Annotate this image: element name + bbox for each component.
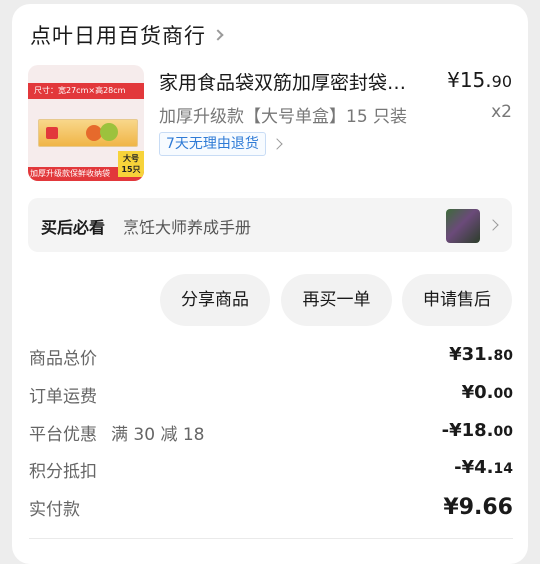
value-main: ¥0. — [461, 382, 494, 403]
summary-label: 商品总价 — [29, 349, 97, 369]
return-policy-badge[interactable]: 7天无理由退货 — [159, 132, 266, 156]
size-tag-line2: 15只 — [121, 165, 141, 174]
fruit-icon — [100, 123, 118, 141]
chevron-right-icon — [487, 219, 499, 231]
summary-shipping: 订单运费 ¥0.00 — [29, 382, 513, 410]
brand-logo-icon — [46, 127, 58, 139]
summary-points-deduction: 积分抵扣 -¥4.14 — [29, 457, 513, 485]
summary-value: ¥0.00 — [462, 382, 513, 403]
price-cents: 90 — [491, 72, 512, 91]
value-main: ¥31. — [449, 344, 494, 365]
value-cents: 00 — [493, 386, 513, 402]
paid-value: ¥9.66 — [443, 495, 513, 520]
order-card: 点叶日用百货商行 尺寸：宽27cm×高28cm 加厚升级款保鲜收纳袋 大号 15… — [12, 4, 528, 564]
banner-thumbnail — [446, 209, 480, 243]
value-cents: 00 — [493, 424, 513, 440]
buy-again-button[interactable]: 再买一单 — [281, 274, 392, 326]
banner-label: 买后必看 — [41, 218, 106, 237]
size-tag-line1: 大号 — [123, 154, 139, 163]
summary-label: 积分抵扣 — [29, 462, 97, 482]
discount-label: 平台优惠 — [29, 425, 97, 445]
product-thumbnail[interactable]: 尺寸：宽27cm×高28cm 加厚升级款保鲜收纳袋 大号 15只 — [28, 65, 144, 181]
value-cents: 80 — [493, 348, 513, 364]
chevron-right-icon — [212, 29, 224, 41]
summary-paid-amount: 实付款 ¥9.66 — [29, 495, 513, 523]
product-price: ¥15.90 — [447, 68, 512, 92]
shop-header[interactable]: 点叶日用百货商行 — [30, 20, 224, 50]
summary-label: 平台优惠满 30 减 18 — [29, 420, 204, 445]
share-product-button[interactable]: 分享商品 — [160, 274, 270, 326]
thumbnail-size-text: 尺寸：宽27cm×高28cm — [28, 83, 144, 99]
summary-label: 实付款 — [29, 500, 80, 520]
product-quantity: x2 — [491, 102, 512, 122]
value-main: -¥18. — [441, 420, 494, 441]
discount-note: 满 30 减 18 — [111, 425, 205, 445]
banner-description: 烹饪大师养成手册 — [123, 218, 252, 237]
after-purchase-banner[interactable]: 买后必看 烹饪大师养成手册 — [28, 198, 512, 252]
summary-value: -¥4.14 — [454, 457, 513, 478]
product-spec: 加厚升级款【大号单盒】15 只装 — [159, 107, 408, 127]
product-title[interactable]: 家用食品袋双筋加厚密封袋… — [159, 68, 431, 96]
summary-platform-discount: 平台优惠满 30 减 18 -¥18.00 — [29, 420, 513, 448]
summary-label: 订单运费 — [29, 387, 97, 407]
size-tag: 大号 15只 — [118, 151, 144, 177]
shop-name[interactable]: 点叶日用百货商行 — [30, 20, 206, 50]
chevron-right-icon — [271, 138, 283, 150]
summary-value: -¥18.00 — [442, 420, 513, 441]
value-main: -¥4. — [454, 457, 494, 478]
summary-goods-total: 商品总价 ¥31.80 — [29, 344, 513, 372]
value-cents: 14 — [493, 461, 513, 477]
price-main: ¥15. — [447, 68, 492, 92]
after-sale-button[interactable]: 申请售后 — [402, 274, 512, 326]
summary-value: ¥31.80 — [449, 344, 513, 365]
